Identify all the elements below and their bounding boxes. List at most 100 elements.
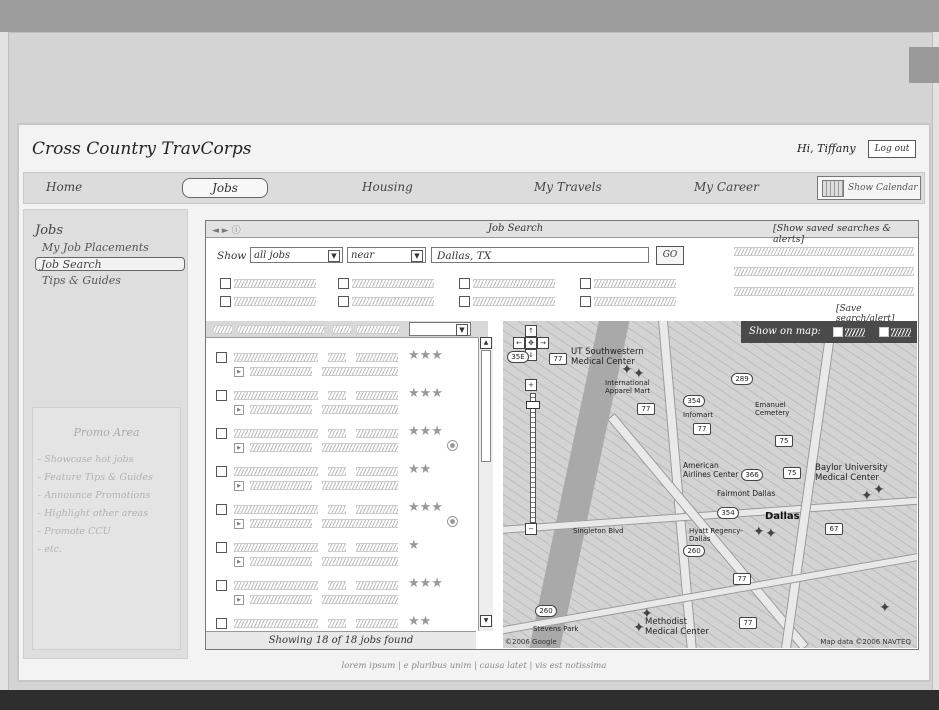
filter-checkbox[interactable] <box>338 278 349 289</box>
row-checkbox[interactable] <box>216 504 227 515</box>
results-list: ▶ ★★★ ▶ ★★★ ▶ ★★★ ▶ ★★ ▶ ★★★ ▶ ★ ▶ ★★★ ★… <box>206 337 486 631</box>
play-icon[interactable]: ▶ <box>234 443 244 453</box>
play-icon[interactable]: ▶ <box>234 595 244 605</box>
pan-center-icon[interactable]: ✥ <box>525 337 537 349</box>
map-marker-icon[interactable]: ✦ <box>641 607 653 621</box>
map-marker-icon[interactable]: ✦ <box>753 525 765 539</box>
filter-checkbox[interactable] <box>459 278 470 289</box>
map-marker-icon[interactable]: ✦ <box>765 527 777 541</box>
promo-title: Promo Area <box>73 426 140 439</box>
play-icon[interactable]: ▶ <box>234 557 244 567</box>
map-marker-icon[interactable]: ✦ <box>879 601 891 615</box>
pan-right-icon[interactable]: → <box>537 337 549 349</box>
footer-links[interactable]: lorem ipsum | e pluribus unim | causa la… <box>19 661 929 671</box>
map-label: International Apparel Mart <box>605 379 651 395</box>
main-nav: Home Jobs Housing My Travels My Career S… <box>23 172 925 204</box>
list-item[interactable]: ▶ ★★★ <box>206 497 476 535</box>
job-type-select[interactable]: all jobs ▼ <box>250 247 343 263</box>
sidebar-item-job-search[interactable]: Job Search <box>35 257 185 271</box>
scroll-up-icon[interactable]: ▲ <box>480 337 492 349</box>
list-item[interactable]: ▶ ★★ <box>206 459 476 497</box>
filter-checkbox[interactable] <box>220 296 231 307</box>
sort-select[interactable]: ▼ <box>409 322 471 336</box>
map-marker-icon[interactable]: ✦ <box>621 363 633 377</box>
map-layer-checkbox[interactable] <box>833 327 843 337</box>
scroll-down-icon[interactable]: ▼ <box>480 615 492 627</box>
nav-my-travels[interactable]: My Travels <box>534 180 602 194</box>
job-detail-placeholder <box>250 405 312 414</box>
map-layer-checkbox[interactable] <box>879 327 889 337</box>
list-item[interactable]: ▶ ★★★ <box>206 421 476 459</box>
play-icon[interactable]: ▶ <box>234 367 244 377</box>
sort-label[interactable] <box>238 325 324 334</box>
placeholder-text <box>734 247 914 256</box>
chevron-down-icon[interactable]: ▼ <box>456 324 468 336</box>
zoom-in-icon[interactable]: + <box>525 379 537 391</box>
chevron-down-icon[interactable]: ▼ <box>328 250 340 262</box>
nav-my-career[interactable]: My Career <box>694 180 759 194</box>
job-detail-placeholder <box>322 367 398 376</box>
zoom-slider[interactable] <box>530 393 536 523</box>
results-sort-bar: ▼ <box>206 321 488 338</box>
list-item[interactable]: ▶ ★ <box>206 535 476 573</box>
scrollbar-thumb[interactable] <box>481 350 491 462</box>
pan-up-icon[interactable]: ↑ <box>525 325 537 337</box>
job-detail-placeholder <box>250 367 312 376</box>
sort-label[interactable] <box>333 325 351 334</box>
zoom-out-icon[interactable]: − <box>525 523 537 535</box>
chevron-down-icon[interactable]: ▼ <box>411 250 423 262</box>
job-detail-placeholder <box>322 595 398 604</box>
filter-label <box>352 297 434 306</box>
pan-left-icon[interactable]: ← <box>513 337 525 349</box>
row-checkbox[interactable] <box>216 466 227 477</box>
nav-jobs[interactable]: Jobs <box>182 178 268 198</box>
filter-checkbox[interactable] <box>459 296 470 307</box>
sidebar-item-tips-guides[interactable]: Tips & Guides <box>42 274 121 287</box>
sort-label[interactable] <box>357 325 399 334</box>
sort-label[interactable] <box>214 325 232 334</box>
play-icon[interactable]: ▶ <box>234 405 244 415</box>
rating-stars-icon: ★★★ <box>408 500 443 515</box>
show-on-map-label: Show on map: <box>749 326 821 337</box>
logout-button[interactable]: Log out <box>868 140 916 158</box>
map-marker-icon[interactable]: ✦ <box>861 489 873 503</box>
row-checkbox[interactable] <box>216 580 227 591</box>
row-checkbox[interactable] <box>216 352 227 363</box>
show-saved-searches-link[interactable]: [Show saved searches & alerts] <box>773 223 918 245</box>
location-input[interactable]: Dallas, TX <box>431 247 649 263</box>
show-calendar-button[interactable]: Show Calendar <box>817 176 921 200</box>
nav-home[interactable]: Home <box>46 180 82 194</box>
play-icon[interactable]: ▶ <box>234 519 244 529</box>
panel-title-bar: ◄ ► ⓘ Job Search [Show saved searches & … <box>206 221 918 245</box>
filter-checkbox[interactable] <box>580 278 591 289</box>
go-button[interactable]: GO <box>656 246 684 265</box>
row-checkbox[interactable] <box>216 428 227 439</box>
app-title: Cross Country TravCorps <box>32 139 252 159</box>
filter-checkbox[interactable] <box>338 296 349 307</box>
list-item[interactable]: ★★ <box>206 611 476 631</box>
list-item[interactable]: ▶ ★★★ <box>206 573 476 611</box>
proximity-select[interactable]: near ▼ <box>347 247 426 263</box>
map-view[interactable]: ↑ ← ✥ → ↓ + − 35E 77 289 354 77 77 75 36… <box>503 321 917 648</box>
row-checkbox[interactable] <box>216 618 227 629</box>
nav-housing[interactable]: Housing <box>362 180 413 194</box>
zoom-slider-thumb[interactable] <box>526 401 540 409</box>
sidebar-item-my-job-placements[interactable]: My Job Placements <box>42 241 149 254</box>
list-item[interactable]: ▶ ★★★ <box>206 383 476 421</box>
row-checkbox[interactable] <box>216 542 227 553</box>
play-icon[interactable]: ▶ <box>234 481 244 491</box>
map-label-city: Dallas <box>765 511 800 522</box>
show-on-map-toggle: Show on map: <box>741 321 917 343</box>
map-marker-icon[interactable]: ✦ <box>633 621 645 635</box>
map-marker-icon[interactable]: ✦ <box>633 367 645 381</box>
rating-stars-icon: ★★★ <box>408 576 443 591</box>
row-checkbox[interactable] <box>216 390 227 401</box>
map-marker-icon[interactable]: ✦ <box>873 483 885 497</box>
filter-checkbox[interactable] <box>220 278 231 289</box>
map-layer-label <box>845 328 865 337</box>
results-scrollbar[interactable]: ▲ ▼ <box>478 337 493 631</box>
panel-nav-arrows[interactable]: ◄ ► ⓘ <box>212 223 241 236</box>
filter-checkbox[interactable] <box>580 296 591 307</box>
promo-area: Promo Area - Showcase hot jobs - Feature… <box>32 407 181 650</box>
list-item[interactable]: ▶ ★★★ <box>206 345 476 383</box>
